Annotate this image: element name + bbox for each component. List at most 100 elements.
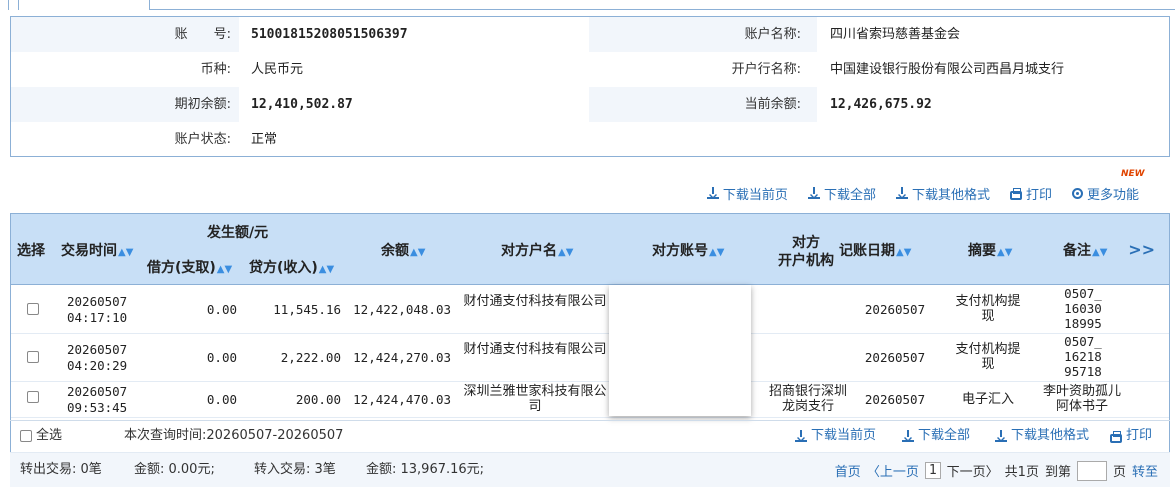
more-columns-button[interactable]: >> [1128,240,1155,259]
select-all-control[interactable]: 全选 [20,421,62,451]
row-debit: 0.00 [206,350,237,365]
row-time: 04:20:29 [67,358,128,373]
table-header: 选择 交易时间▲▼ 发生额/元 借方(支取)▲▼ 贷方(收入)▲▼ 余额▲▼ 对… [11,214,1169,285]
download-page-label: 下载当前页 [722,187,788,203]
header-credit[interactable]: 贷方(收入)▲▼ [249,259,334,279]
header-post-date-label: 记账日期 [839,243,895,259]
go-button[interactable]: 转至 [1132,461,1158,480]
opening-balance-value: 12,410,502.87 [251,97,353,112]
download-icon [807,187,820,199]
footer-download-other-button[interactable]: 下载其他格式 [995,421,1089,451]
header-post-date[interactable]: 记账日期▲▼ [839,242,911,262]
table-row: 20260507 09:53:45 0.00 200.00 12,424,470… [11,382,1169,418]
download-other-button[interactable]: 下载其他格式 [895,184,990,203]
header-counter-account-label: 对方账号 [652,243,708,259]
download-other-label: 下载其他格式 [911,187,990,203]
footer-print-button[interactable]: 打印 [1110,421,1152,451]
header-remark[interactable]: 备注▲▼ [1063,242,1107,262]
header-time[interactable]: 交易时间▲▼ [61,242,133,262]
print-button[interactable]: 打印 [1009,184,1052,203]
download-all-button[interactable]: 下载全部 [807,184,876,203]
current-balance-value: 12,426,675.92 [830,97,932,112]
row-remark: 李叶资助孤儿阿体书子 [1042,384,1121,414]
top-tab-strip [0,0,1175,10]
download-icon [706,187,719,199]
row-credit: 200.00 [295,392,341,407]
row-summary: 电子汇入 [961,392,1014,407]
in-tx-amount: 金额: 13,967.16元; [366,462,485,477]
row-date: 20260507 [67,342,128,357]
row-counter-name: 深圳兰雅世家科技有限公司 [463,384,607,414]
row-remark-line1: 0507_ [1064,286,1102,301]
row-checkbox[interactable] [27,391,39,403]
prev-page-link[interactable]: 〈上一页 [867,461,919,480]
footer-download-all-button[interactable]: 下载全部 [902,421,970,451]
row-date: 20260507 [67,384,128,399]
page-unit-label: 页 [1112,465,1126,480]
account-tooltip-popup [609,285,751,416]
table-row: 20260507 04:20:29 0.00 2,222.00 12,424,2… [11,334,1169,382]
row-remark-line3: 18995 [1064,316,1102,331]
current-balance-label: 当前余额: [744,97,801,112]
printer-icon [1009,187,1022,200]
account-status-label: 账户状态: [174,132,231,147]
current-page[interactable]: 1 [924,462,941,479]
header-remark-label: 备注 [1063,243,1091,259]
bank-name-value: 中国建设银行股份有限公司西昌月城支行 [830,62,1065,77]
info-row-1: 账 号: 51001815208051506397 账户名称: 四川省索玛慈善基… [11,17,1169,52]
footer-download-page-button[interactable]: 下载当前页 [795,421,876,451]
table-footer-actions: 全选 本次查询时间:20260507-20260507 下载当前页 下载全部 下… [10,420,1170,450]
row-balance: 12,424,270.03 [353,350,451,365]
sort-icon: ▲▼ [896,247,912,258]
currency-label: 币种: [200,62,231,77]
row-debit: 0.00 [206,302,237,317]
row-checkbox[interactable] [27,351,39,363]
download-icon [995,430,1007,442]
gear-icon [1071,187,1083,199]
row-checkbox[interactable] [27,303,39,315]
more-functions-label: 更多功能 [1086,187,1139,203]
row-time: 09:53:45 [67,400,128,415]
download-page-button[interactable]: 下载当前页 [706,184,788,203]
footer-download-all-label: 下载全部 [918,428,971,443]
header-credit-label: 贷方(收入) [249,260,318,276]
total-pages: 共1页 [1004,465,1039,480]
header-debit[interactable]: 借方(支取)▲▼ [147,259,232,279]
download-icon [902,430,914,442]
first-page-link[interactable]: 首页 [835,461,861,480]
download-icon [895,187,908,199]
download-all-label: 下载全部 [823,187,876,203]
goto-page-input[interactable] [1076,460,1107,481]
header-balance[interactable]: 余额▲▼ [381,242,425,262]
header-counter-bank-line1: 对方 [792,235,820,251]
sort-icon: ▲▼ [216,264,233,275]
sort-icon: ▲▼ [558,247,574,258]
select-all-checkbox[interactable] [20,430,32,442]
row-post-date: 20260507 [864,392,926,407]
account-name-label: 账户名称: [744,27,801,42]
header-summary[interactable]: 摘要▲▼ [968,242,1012,262]
header-counter-name[interactable]: 对方户名▲▼ [501,242,573,262]
sort-icon: ▲▼ [318,264,335,275]
account-info-panel: 账 号: 51001815208051506397 账户名称: 四川省索玛慈善基… [10,16,1170,157]
active-tab[interactable] [18,0,150,10]
footer-download-page-label: 下载当前页 [811,428,877,443]
header-amount-group: 发生额/元 [207,225,269,241]
row-date: 20260507 [67,294,128,309]
tab-baseline [150,9,1175,10]
row-balance: 12,422,048.03 [353,302,451,317]
row-counter-name: 财付通支付科技有限公司 [463,294,607,309]
sort-icon: ▲▼ [997,247,1013,258]
goto-label: 到第 [1044,465,1071,480]
header-counter-account[interactable]: 对方账号▲▼ [652,242,724,262]
row-summary: 支付机构提现 [955,294,1021,324]
sort-icon: ▲▼ [1092,247,1108,258]
account-no-label: 账 号: [174,27,231,42]
sort-icon: ▲▼ [118,247,134,258]
more-functions-button[interactable]: 更多功能 [1071,184,1139,203]
header-counter-bank[interactable]: 对方 开户机构 [771,234,841,270]
next-page-link[interactable]: 下一页〉 [947,461,999,480]
select-all-label: 全选 [36,428,63,443]
summary-and-pager: 转出交易: 0笔 金额: 0.00元; 转入交易: 3笔 金额: 13,967.… [10,452,1170,487]
pagination: 首页 〈上一页 1 下一页〉 共1页 到第 页 转至 [835,453,1158,488]
